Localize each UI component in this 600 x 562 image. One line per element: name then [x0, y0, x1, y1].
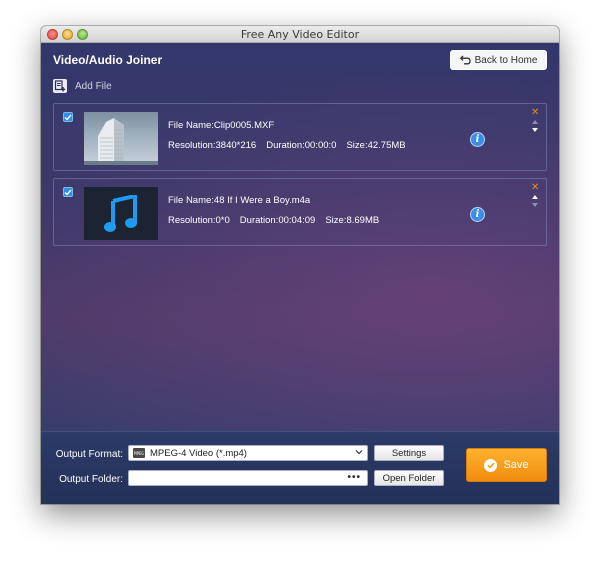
page-title: Video/Audio Joiner	[53, 53, 163, 67]
save-check-icon	[484, 458, 498, 472]
file-list-item: File Name:48 If I Were a Boy.m4a Resolut…	[53, 178, 547, 246]
browse-dots-icon[interactable]: •••	[347, 472, 361, 483]
file-duration: Duration:00:00:0	[266, 140, 337, 151]
file-meta: Resolution:3840*216 Duration:00:00:0 Siz…	[168, 140, 406, 151]
file-size: Size:8.69MB	[325, 215, 380, 226]
output-format-value: MPEG-4 Video (*.mp4)	[150, 447, 247, 459]
move-down-icon[interactable]	[532, 128, 538, 132]
add-file-button[interactable]: Add File	[53, 79, 112, 93]
checkmark-icon	[64, 189, 72, 196]
main-content: Video/Audio Joiner Back to Home Add File	[41, 43, 559, 504]
move-down-icon[interactable]	[532, 203, 538, 207]
save-button[interactable]: Save	[466, 448, 547, 482]
file-meta: Resolution:0*0 Duration:00:04:09 Size:8.…	[168, 215, 379, 226]
output-format-select[interactable]: MPEG MPEG-4 Video (*.mp4)	[128, 445, 368, 461]
file-size: Size:42.75MB	[346, 140, 406, 151]
chevron-down-icon	[355, 450, 363, 455]
title-bar: Free Any Video Editor	[41, 26, 559, 43]
save-label: Save	[503, 459, 529, 471]
output-folder-field[interactable]: •••	[128, 470, 368, 486]
checkmark-icon	[64, 114, 72, 121]
output-bar: Output Format: MPEG MPEG-4 Video (*.mp4)…	[41, 431, 559, 504]
move-up-icon[interactable]	[532, 195, 538, 199]
info-icon[interactable]: i	[470, 207, 485, 222]
file-checkbox[interactable]	[63, 112, 73, 122]
add-file-icon	[53, 79, 67, 93]
settings-button[interactable]: Settings	[374, 445, 444, 461]
add-file-label: Add File	[75, 80, 112, 92]
file-name: File Name:Clip0005.MXF	[168, 120, 275, 131]
back-to-home-label: Back to Home	[474, 54, 538, 66]
remove-file-icon[interactable]: ✕	[531, 108, 539, 118]
file-duration: Duration:00:04:09	[239, 215, 316, 226]
output-folder-label: Output Folder:	[59, 474, 123, 485]
app-window: Free Any Video Editor Video/Audio Joiner…	[41, 26, 559, 504]
info-icon[interactable]: i	[470, 132, 485, 147]
back-arrow-icon	[459, 55, 471, 65]
audio-thumbnail	[84, 187, 158, 240]
building-photo	[84, 118, 158, 165]
move-up-icon[interactable]	[532, 120, 538, 124]
file-resolution: Resolution:3840*216	[168, 140, 257, 151]
file-name: File Name:48 If I Were a Boy.m4a	[168, 195, 311, 206]
file-checkbox[interactable]	[63, 187, 73, 197]
back-to-home-button[interactable]: Back to Home	[450, 50, 547, 70]
video-thumbnail	[84, 112, 158, 165]
output-format-label: Output Format:	[55, 449, 123, 460]
file-resolution: Resolution:0*0	[168, 215, 230, 226]
window-title: Free Any Video Editor	[240, 28, 360, 41]
remove-file-icon[interactable]: ✕	[531, 183, 539, 193]
file-list-item: File Name:Clip0005.MXF Resolution:3840*2…	[53, 103, 547, 171]
open-folder-button[interactable]: Open Folder	[374, 470, 444, 486]
mpeg-format-icon: MPEG	[133, 448, 145, 458]
music-note-icon	[104, 194, 137, 232]
